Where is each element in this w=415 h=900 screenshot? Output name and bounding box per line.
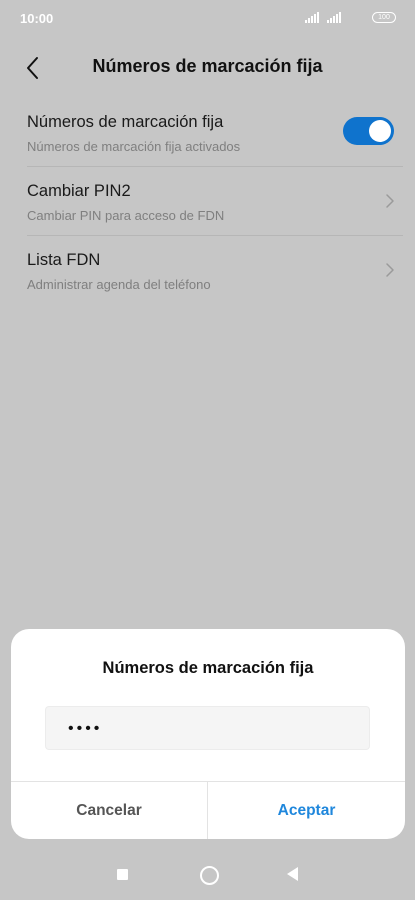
fdn-toggle-row[interactable]: Números de marcación fija Números de mar… <box>0 98 415 167</box>
fdn-toggle-switch[interactable] <box>343 117 394 145</box>
phone-screen: 10:00 100 Números de marcación fija Núme… <box>0 0 415 900</box>
accept-button[interactable]: Aceptar <box>208 782 405 839</box>
back-triangle-icon[interactable] <box>287 867 298 881</box>
chevron-right-icon <box>386 263 394 277</box>
fdn-list-row[interactable]: Lista FDN Administrar agenda del teléfon… <box>0 236 415 305</box>
page-title: Números de marcación fija <box>92 56 323 76</box>
status-time: 10:00 <box>20 11 54 26</box>
item-subtitle: Números de marcación fija activados <box>27 139 241 154</box>
item-subtitle: Cambiar PIN para acceso de FDN <box>27 208 225 223</box>
pin-masked-value: •••• <box>68 720 103 737</box>
pin2-input[interactable]: •••• <box>45 706 370 750</box>
home-circle-icon[interactable] <box>200 866 219 885</box>
dialog-title: Números de marcación fija <box>102 659 314 677</box>
app-header: Números de marcación fija <box>0 36 415 98</box>
chevron-right-icon <box>386 194 394 208</box>
item-subtitle: Administrar agenda del teléfono <box>27 277 211 292</box>
signal-icon-sim2 <box>327 12 343 23</box>
item-title: Lista FDN <box>27 251 101 269</box>
pin2-dialog: Números de marcación fija •••• Cancelar … <box>11 629 405 839</box>
item-title: Cambiar PIN2 <box>27 182 131 200</box>
change-pin2-row[interactable]: Cambiar PIN2 Cambiar PIN para acceso de … <box>0 167 415 236</box>
battery-icon: 100 <box>372 12 396 23</box>
toggle-knob <box>369 120 391 142</box>
navigation-bar <box>0 850 415 900</box>
status-bar: 10:00 100 <box>0 0 415 36</box>
item-title: Números de marcación fija <box>27 113 224 131</box>
recents-square-icon[interactable] <box>117 869 128 880</box>
cancel-button[interactable]: Cancelar <box>11 782 207 839</box>
signal-icon <box>305 12 321 23</box>
